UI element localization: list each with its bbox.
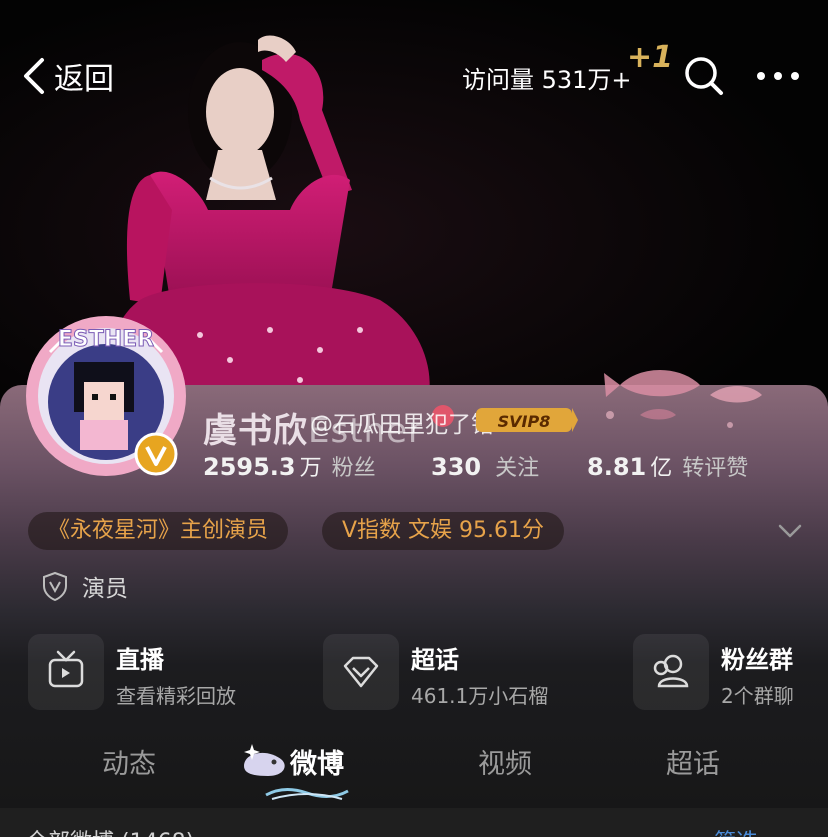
v-index-pill[interactable]: V指数 文娱 95.61分: [322, 512, 565, 550]
feature-subtitle: 461.1万小石榴: [411, 684, 549, 708]
stat-value: 2595.3: [203, 453, 296, 481]
role-label: 演员: [82, 576, 128, 602]
whale-icon: [244, 744, 285, 776]
stat-following[interactable]: 330 关注: [431, 450, 539, 482]
tab-underline-icon: [265, 788, 349, 800]
stat-value: 330: [431, 453, 482, 481]
profile-name-cn: 虞书欣: [203, 411, 308, 451]
all-weibo-label[interactable]: 全部微博 (1468): [26, 824, 194, 837]
chevron-down-icon[interactable]: [775, 516, 805, 546]
stat-fans[interactable]: 2595.3 万粉丝: [203, 450, 376, 482]
tab-video[interactable]: 视频: [478, 742, 532, 781]
feature-title: 直播: [116, 646, 164, 674]
more-button[interactable]: [754, 54, 799, 98]
verified-badge-icon: [134, 432, 178, 476]
stat-value: 8.81: [587, 453, 647, 481]
back-button[interactable]: 返回: [20, 54, 114, 98]
profile-screen: 返回 访问量 531万+ +1 ESTHER 虞书欣Esther @石瓜田里犯了…: [0, 0, 828, 837]
visit-bonus: +1: [627, 40, 674, 75]
filter-button[interactable]: 筛选: [714, 824, 758, 837]
more-dots-icon: [757, 72, 799, 80]
tv-icon: [28, 634, 104, 710]
stat-label: 关注: [495, 456, 540, 481]
feature-subtitle: 2个群聊: [721, 684, 794, 708]
avatar[interactable]: ESTHER: [22, 312, 190, 480]
role-row: 演员: [42, 571, 128, 602]
group-icon: [633, 634, 709, 710]
stat-unit: 亿: [650, 456, 673, 481]
diamond-icon: [323, 634, 399, 710]
stat-unit: 万: [299, 456, 322, 481]
search-icon: [685, 57, 723, 95]
back-label: 返回: [54, 62, 114, 97]
visit-count: 访问量 531万+ +1: [462, 40, 673, 95]
feature-subtitle: 查看精彩回放: [116, 684, 236, 708]
stat-interactions[interactable]: 8.81 亿转评赞: [587, 450, 748, 482]
shield-v-icon: [43, 571, 67, 601]
stat-label: 粉丝: [331, 456, 376, 481]
vip-label: SVIP8: [498, 412, 551, 431]
feature-title: 超话: [411, 646, 459, 674]
visit-count-label: 访问量 531万+: [462, 66, 632, 94]
feature-title: 粉丝群: [721, 646, 793, 674]
fish-decoration-icon: [604, 370, 762, 428]
drama-role-pill[interactable]: 《永夜星河》主创演员: [28, 512, 289, 550]
tab-weibo[interactable]: 微博: [290, 742, 344, 781]
watermark-text: @石瓜田里犯了错: [310, 412, 494, 438]
stat-label: 转评赞: [682, 456, 749, 481]
chevron-left-icon: [24, 58, 44, 94]
search-button[interactable]: [682, 54, 726, 98]
top-bar: 返回 访问量 531万+ +1: [0, 40, 828, 110]
vip-badge[interactable]: SVIP8: [476, 406, 578, 434]
avatar-logo-text: ESTHER: [58, 327, 154, 352]
tab-dynamics[interactable]: 动态: [102, 742, 156, 781]
tab-supertopic[interactable]: 超话: [666, 742, 720, 781]
